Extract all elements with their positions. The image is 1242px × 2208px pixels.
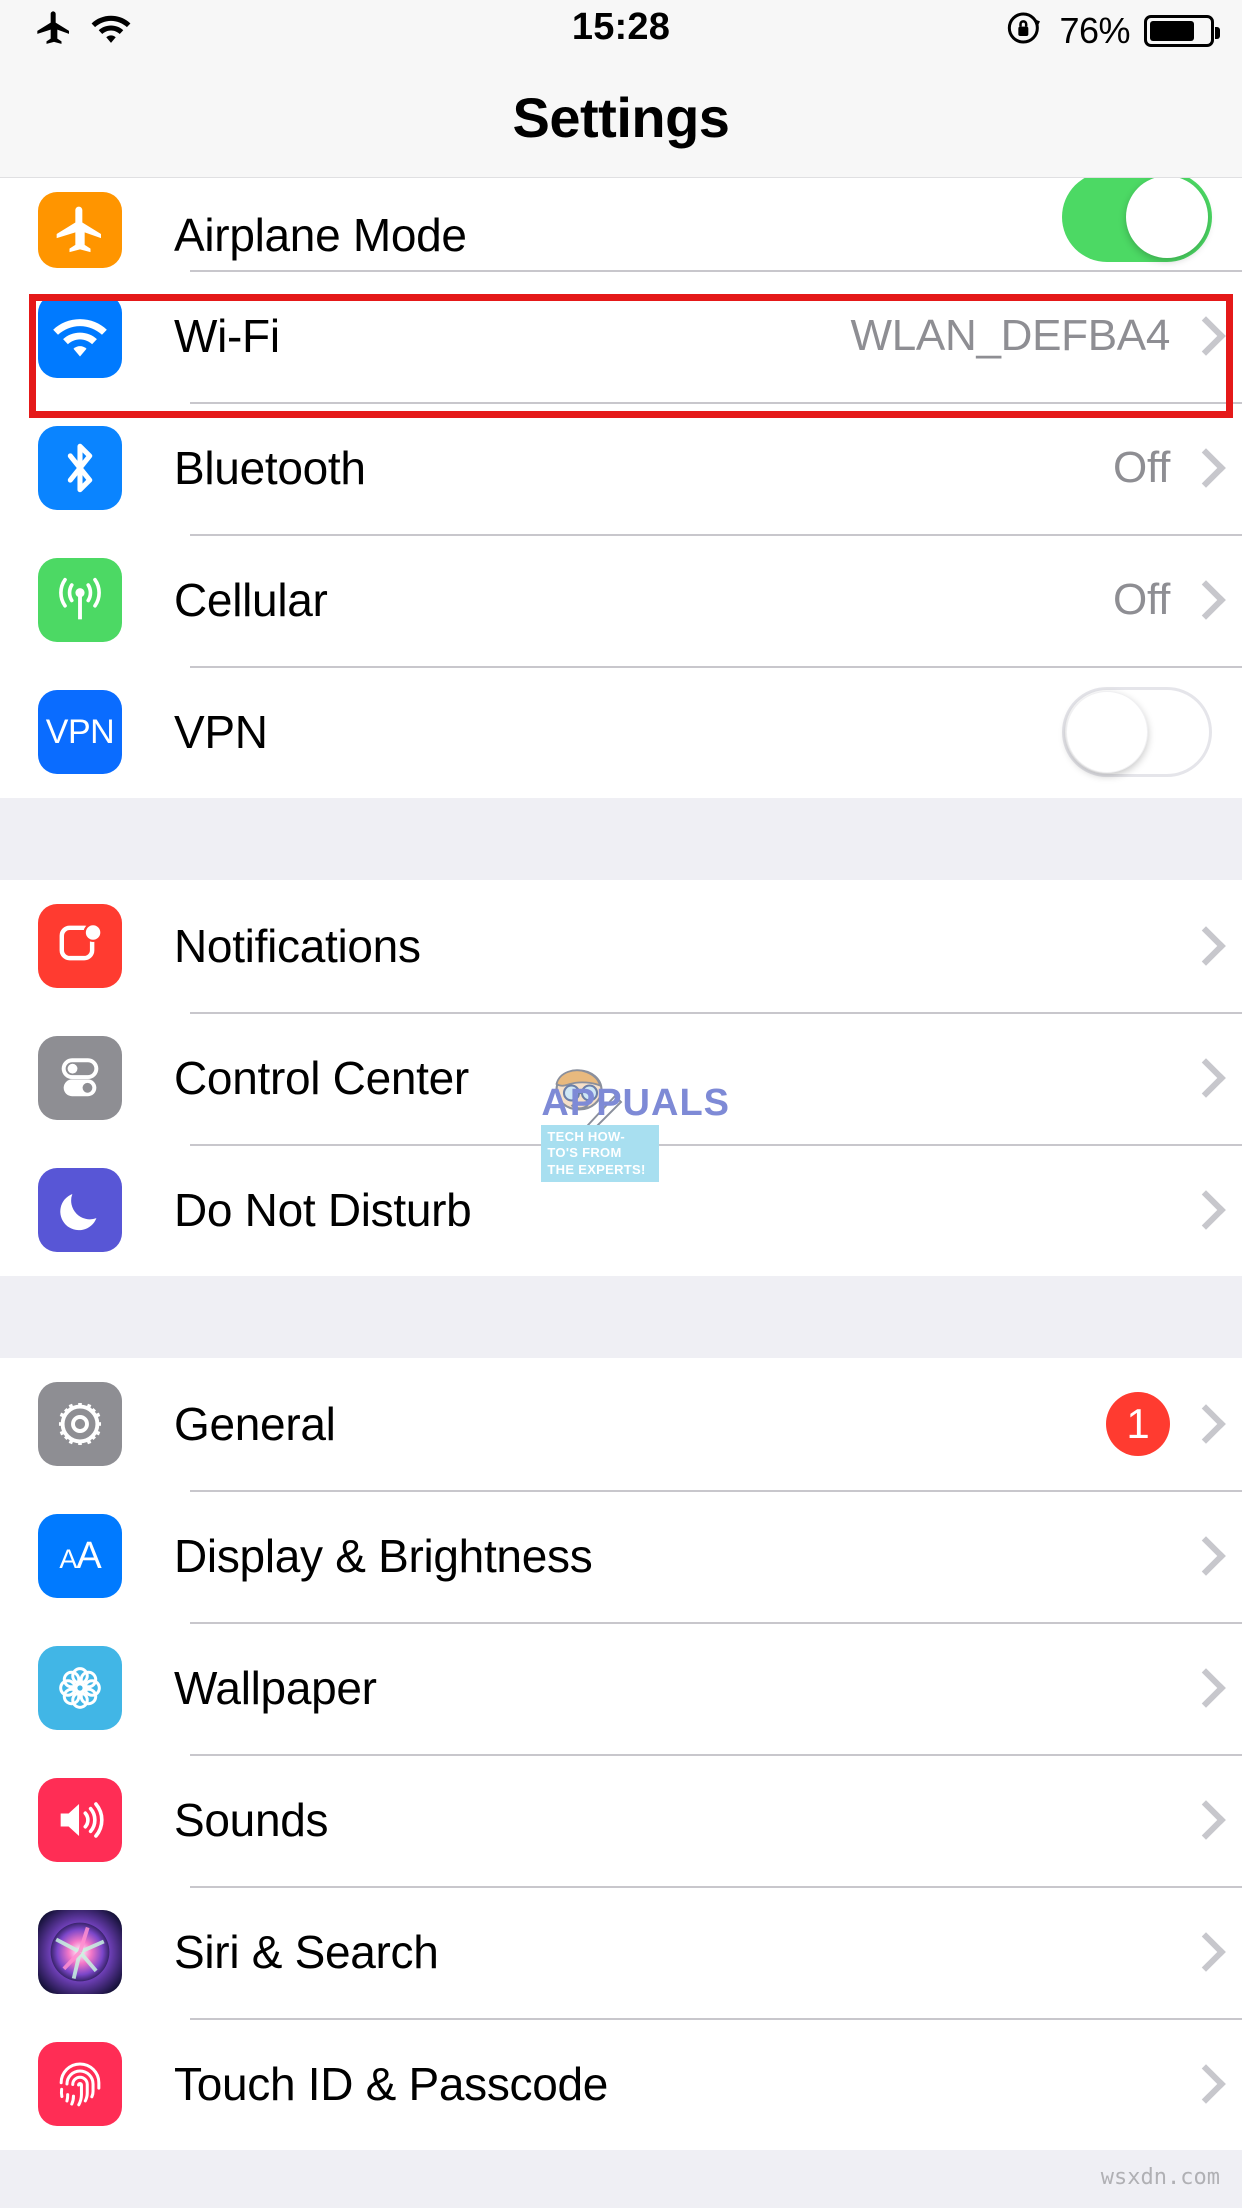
cellular-icon — [38, 558, 122, 642]
wallpaper-icon — [38, 1646, 122, 1730]
settings-row-accessory — [1062, 178, 1212, 262]
settings-group-notifications: Notifications Control Center Do Not Dist… — [0, 880, 1242, 1276]
vpn-toggle[interactable] — [1062, 687, 1212, 777]
cellular-state-value: Off — [1113, 575, 1170, 624]
status-badge: 1 — [1106, 1392, 1170, 1456]
settings-group-connectivity: Airplane Mode Wi-Fi WLAN_DEFBA4 Bluetoot… — [0, 178, 1242, 798]
airplane-icon — [38, 192, 122, 268]
chevron-right-icon — [1192, 1060, 1212, 1096]
do-not-disturb-icon — [38, 1168, 122, 1252]
battery-percent-label: 76% — [1059, 9, 1130, 51]
chevron-right-icon — [1192, 582, 1212, 618]
navigation-bar: Settings — [0, 58, 1242, 178]
site-watermark: wsxdn.com — [1100, 2165, 1220, 2190]
siri-search-icon — [38, 1910, 122, 1994]
control-center-icon — [38, 1036, 122, 1120]
toggle-knob — [1066, 691, 1148, 773]
touch-id-passcode-icon — [38, 2042, 122, 2126]
settings-row-wallpaper[interactable]: Wallpaper — [0, 1622, 1242, 1754]
settings-row-accessory: 1 — [1106, 1392, 1212, 1456]
chevron-right-icon — [1192, 1670, 1212, 1706]
settings-row-accessory — [1062, 687, 1212, 777]
chevron-right-icon — [1192, 1192, 1212, 1228]
chevron-right-icon — [1192, 1802, 1212, 1838]
settings-row-accessory — [1192, 1802, 1212, 1838]
settings-group-system: General 1 AA Display & Brightness Wallpa… — [0, 1358, 1242, 2150]
chevron-right-icon — [1192, 1934, 1212, 1970]
wifi-icon — [38, 294, 122, 378]
settings-row-airplane-mode[interactable]: Airplane Mode — [0, 178, 1242, 270]
settings-row-accessory — [1192, 1670, 1212, 1706]
settings-row-display-brightness[interactable]: AA Display & Brightness — [0, 1490, 1242, 1622]
battery-icon — [1144, 14, 1220, 47]
settings-row-label: Wallpaper — [174, 1662, 377, 1714]
settings-row-label: Sounds — [174, 1794, 329, 1846]
settings-row-touch-id-passcode[interactable]: Touch ID & Passcode — [0, 2018, 1242, 2150]
settings-row-label: Display & Brightness — [174, 1530, 593, 1582]
chevron-right-icon — [1192, 450, 1212, 486]
chevron-right-icon — [1192, 318, 1212, 354]
general-icon — [38, 1382, 122, 1466]
wifi-network-value: WLAN_DEFBA4 — [850, 311, 1171, 360]
settings-list[interactable]: Airplane Mode Wi-Fi WLAN_DEFBA4 Bluetoot… — [0, 178, 1242, 2208]
settings-row-do-not-disturb[interactable]: Do Not Disturb — [0, 1144, 1242, 1276]
settings-row-accessory — [1192, 1934, 1212, 1970]
settings-row-accessory: WLAN_DEFBA4 — [851, 311, 1212, 361]
sounds-icon — [38, 1778, 122, 1862]
settings-row-label: Touch ID & Passcode — [174, 2058, 609, 2110]
bluetooth-state-value: Off — [1113, 443, 1170, 492]
rotation-lock-icon — [1005, 8, 1045, 53]
settings-row-sounds[interactable]: Sounds — [0, 1754, 1242, 1886]
settings-row-general[interactable]: General 1 — [0, 1358, 1242, 1490]
settings-row-accessory: Off — [1113, 575, 1212, 625]
chevron-right-icon — [1192, 928, 1212, 964]
airplane-mode-toggle[interactable] — [1062, 178, 1212, 262]
settings-row-label: General — [174, 1398, 336, 1450]
settings-row-accessory — [1192, 928, 1212, 964]
settings-row-notifications[interactable]: Notifications — [0, 880, 1242, 1012]
settings-row-control-center[interactable]: Control Center — [0, 1012, 1242, 1144]
display-brightness-icon: AA — [38, 1514, 122, 1598]
settings-row-accessory — [1192, 1538, 1212, 1574]
settings-row-wifi[interactable]: Wi-Fi WLAN_DEFBA4 — [0, 270, 1242, 402]
status-bar: 15:28 76% — [0, 0, 1242, 58]
iphone-settings-screen: 15:28 76% Settings Airplane Mode Wi-Fi W… — [0, 0, 1242, 2208]
battery-fill — [1150, 20, 1195, 41]
settings-row-label: Wi-Fi — [174, 310, 280, 362]
settings-row-accessory — [1192, 1060, 1212, 1096]
group-separator — [0, 1276, 1242, 1358]
page-title: Settings — [512, 86, 730, 149]
settings-row-label: Bluetooth — [174, 442, 366, 494]
settings-row-label: VPN — [174, 706, 268, 758]
settings-row-label: Airplane Mode — [174, 209, 467, 261]
settings-row-cellular[interactable]: Cellular Off — [0, 534, 1242, 666]
group-separator — [0, 798, 1242, 880]
settings-row-label: Notifications — [174, 920, 421, 972]
aa-glyph: AA — [59, 1534, 101, 1577]
vpn-icon-label: VPN — [45, 712, 115, 751]
settings-row-label: Control Center — [174, 1052, 469, 1104]
settings-row-label: Do Not Disturb — [174, 1184, 472, 1236]
toggle-knob — [1126, 178, 1208, 258]
settings-row-siri-search[interactable]: Siri & Search — [0, 1886, 1242, 2018]
settings-row-vpn[interactable]: VPN VPN — [0, 666, 1242, 798]
settings-row-accessory — [1192, 1192, 1212, 1228]
settings-row-label: Cellular — [174, 574, 328, 626]
status-bar-right: 76% — [1005, 8, 1220, 53]
notifications-icon — [38, 904, 122, 988]
chevron-right-icon — [1192, 1538, 1212, 1574]
chevron-right-icon — [1192, 1406, 1212, 1442]
chevron-right-icon — [1192, 2066, 1212, 2102]
settings-row-accessory — [1192, 2066, 1212, 2102]
settings-row-label: Siri & Search — [174, 1926, 439, 1978]
settings-row-bluetooth[interactable]: Bluetooth Off — [0, 402, 1242, 534]
bluetooth-icon — [38, 426, 122, 510]
settings-row-accessory: Off — [1113, 443, 1212, 493]
vpn-icon: VPN — [38, 690, 122, 774]
